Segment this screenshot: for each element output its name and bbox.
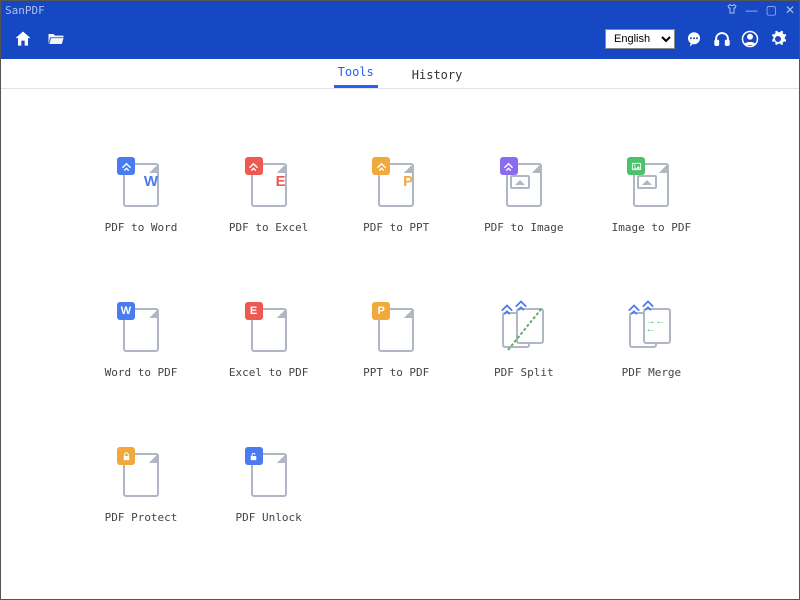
pdf-unlock-icon [247, 449, 291, 499]
tool-pdf-to-word[interactable]: WPDF to Word [111, 159, 171, 234]
tool-pdf-protect[interactable]: PDF Protect [111, 449, 171, 524]
tool-word-to-pdf[interactable]: WWord to PDF [111, 304, 171, 379]
pdf-protect-icon [119, 449, 163, 499]
image-to-pdf-icon [629, 159, 673, 209]
tabs: Tools History [1, 59, 799, 89]
shirt-icon[interactable] [726, 3, 738, 17]
tool-pdf-split[interactable]: PDF Split [494, 304, 554, 379]
tool-pdf-merge[interactable]: →←← PDF Merge [621, 304, 681, 379]
tool-ppt-to-pdf[interactable]: P PPT to PDF [366, 304, 426, 379]
tool-excel-to-pdf[interactable]: EExcel to PDF [239, 304, 299, 379]
tool-label: PDF Protect [105, 511, 178, 524]
close-button[interactable]: ✕ [785, 4, 795, 16]
pdf-split-icon [502, 304, 546, 354]
tools-panel: WPDF to WordEPDF to ExcelPPDF to PPTPDF … [1, 89, 799, 544]
tool-label: PDF Unlock [235, 511, 301, 524]
tool-image-to-pdf[interactable]: Image to PDF [621, 159, 681, 234]
tab-history[interactable]: History [408, 62, 467, 88]
tool-label: Excel to PDF [229, 366, 308, 379]
home-icon[interactable] [13, 29, 33, 49]
tool-label: PDF to PPT [363, 221, 429, 234]
app-title: SanPDF [5, 4, 726, 17]
tool-pdf-to-image[interactable]: PDF to Image [494, 159, 554, 234]
tool-pdf-to-ppt[interactable]: P PDF to PPT [366, 159, 426, 234]
tool-label: PDF Split [494, 366, 554, 379]
pdf-to-ppt-icon: P [374, 159, 418, 209]
tool-label: PDF Merge [622, 366, 682, 379]
tool-label: PDF to Excel [229, 221, 308, 234]
ppt-to-pdf-icon: P [374, 304, 418, 354]
user-icon[interactable] [741, 30, 759, 48]
tool-label: Word to PDF [105, 366, 178, 379]
gear-icon[interactable] [769, 30, 787, 48]
tool-label: PDF to Word [105, 221, 178, 234]
maximize-button[interactable]: ▢ [766, 4, 777, 16]
pdf-merge-icon: →←← [629, 304, 673, 354]
word-to-pdf-icon: W [119, 304, 163, 354]
header-bar: English [1, 19, 799, 59]
folder-open-icon[interactable] [45, 29, 67, 49]
tool-pdf-unlock[interactable]: PDF Unlock [239, 449, 299, 524]
pdf-to-excel-icon: E [247, 159, 291, 209]
headphones-icon[interactable] [713, 30, 731, 48]
language-select[interactable]: English [605, 29, 675, 49]
excel-to-pdf-icon: E [247, 304, 291, 354]
tool-label: PDF to Image [484, 221, 563, 234]
tool-label: Image to PDF [612, 221, 691, 234]
minimize-button[interactable]: — [746, 4, 758, 16]
pdf-to-word-icon: W [119, 159, 163, 209]
tab-tools[interactable]: Tools [334, 59, 378, 88]
pdf-to-image-icon [502, 159, 546, 209]
titlebar: SanPDF — ▢ ✕ [1, 1, 799, 19]
chat-icon[interactable] [685, 30, 703, 48]
tool-label: PPT to PDF [363, 366, 429, 379]
tool-pdf-to-excel[interactable]: EPDF to Excel [239, 159, 299, 234]
